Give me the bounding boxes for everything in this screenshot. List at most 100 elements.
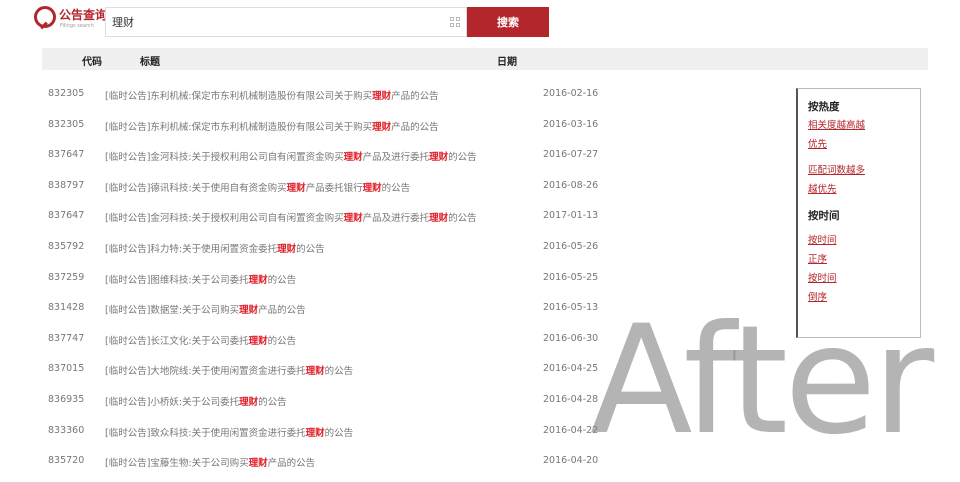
sort-heat-heading: 按热度 — [808, 101, 840, 113]
title-text: [临时公告]图维科技:关于公司委托 — [105, 274, 249, 286]
table-row[interactable]: 837259 [临时公告]图维科技:关于公司委托理财的公告 2016-05-25 — [0, 262, 780, 292]
row-code: 837647 — [48, 149, 85, 161]
row-date: 2016-05-25 — [543, 271, 599, 283]
row-title-link[interactable]: [临时公告]德讯科技:关于使用自有资金购买理财产品委托银行理财的公告 — [105, 180, 410, 194]
row-code: 835720 — [48, 455, 85, 467]
title-text: 产品及进行委托 — [362, 213, 430, 225]
table-row[interactable]: 837647 [临时公告]金河科技:关于授权利用公司自有闲置资金购买理财产品及进行… — [0, 200, 780, 230]
row-code: 832305 — [48, 118, 85, 130]
row-code: 835792 — [48, 241, 85, 252]
row-title-link[interactable]: [临时公告]金河科技:关于授权利用公司自有闲置资金购买理财产品及进行委托理财的公… — [105, 149, 477, 163]
table-row[interactable]: 837647 [临时公告]金河科技:关于授权利用公司自有闲置资金购买理财产品及进行… — [0, 139, 780, 169]
sort-time-desc-link-cont[interactable]: 倒序 — [808, 289, 827, 303]
sort-time-desc-link[interactable]: 按时间 — [808, 270, 837, 284]
header-title: 标题 — [140, 57, 160, 68]
keyword-highlight: 理财 — [248, 274, 268, 286]
row-date: 2016-04-20 — [543, 455, 599, 467]
row-code: 837647 — [48, 210, 85, 222]
title-text: 的公告 — [324, 366, 354, 378]
row-date: 2016-06-30 — [543, 332, 599, 344]
logo-subtext: Filings search — [60, 23, 94, 29]
search-button[interactable]: 搜索 — [467, 7, 549, 37]
title-text: 的公告 — [448, 152, 477, 164]
table-row[interactable]: 837015 [临时公告]大地院线:关于使用闲置资金进行委托理财的公告 2016-0… — [0, 353, 780, 383]
header-date: 日期 — [497, 57, 517, 68]
row-title-link[interactable]: [临时公告]数据堂:关于公司购买理财产品的公告 — [105, 302, 306, 316]
title-text: [临时公告]金河科技:关于授权利用公司自有闲置资金购买 — [105, 213, 344, 225]
keyword-highlight: 理财 — [305, 427, 325, 439]
table-row[interactable]: 835720 [临时公告]宝藤生物:关于公司购买理财产品的公告 2016-04-20 — [0, 445, 780, 475]
sort-time-asc-link-cont[interactable]: 正序 — [808, 251, 827, 265]
row-code: 837015 — [48, 363, 85, 375]
title-text: [临时公告]长江文化:关于公司委托 — [105, 335, 249, 347]
keyword-highlight: 理财 — [277, 244, 297, 255]
table-row[interactable]: 831428 [临时公告]数据堂:关于公司购买理财产品的公告 2016-05-13 — [0, 292, 780, 322]
search-box — [105, 7, 467, 37]
row-date: 2016-05-13 — [543, 302, 599, 314]
row-title-link[interactable]: [临时公告]图维科技:关于公司委托理财的公告 — [105, 272, 296, 286]
row-title-link[interactable]: [临时公告]小桥妖:关于公司委托理财的公告 — [105, 394, 287, 408]
row-date: 2016-05-26 — [543, 241, 599, 252]
title-text: [临时公告]科力特:关于使用闲置资金委托 — [105, 244, 278, 255]
title-text: 的公告 — [324, 427, 354, 439]
title-text: 的公告 — [381, 182, 411, 194]
table-row[interactable]: 837747 [临时公告]长江文化:关于公司委托理财的公告 2016-06-30 — [0, 323, 780, 353]
table-header: 代码 标题 日期 — [42, 48, 928, 70]
row-code: 831428 — [48, 302, 85, 314]
row-date: 2016-04-28 — [543, 394, 599, 405]
row-title-link[interactable]: [临时公告]长江文化:关于公司委托理财的公告 — [105, 333, 296, 347]
sort-time-asc-link[interactable]: 按时间 — [808, 232, 837, 246]
row-date: 2016-02-16 — [543, 88, 599, 99]
table-row[interactable]: 832305 [临时公告]东利机械:保定市东利机械制造股份有限公司关于购买理财产品… — [0, 109, 780, 139]
row-code: 838797 — [48, 179, 85, 191]
row-title-link[interactable]: [临时公告]宝藤生物:关于公司购买理财产品的公告 — [105, 455, 315, 469]
keyword-highlight: 理财 — [305, 366, 325, 378]
row-title-link[interactable]: [临时公告]东利机械:保定市东利机械制造股份有限公司关于购买理财产品的公告 — [105, 119, 439, 133]
title-text: [临时公告]德讯科技:关于使用自有资金购买 — [105, 182, 287, 194]
keyword-highlight: 理财 — [362, 182, 382, 194]
table-row[interactable]: 832305 [临时公告]东利机械:保定市东利机械制造股份有限公司关于购买理财产品… — [0, 78, 780, 108]
row-code: 837259 — [48, 271, 85, 283]
title-text: [临时公告]致众科技:关于使用闲置资金进行委托 — [105, 427, 306, 439]
grid-icon[interactable] — [450, 17, 460, 27]
row-date: 2016-08-26 — [543, 179, 599, 191]
row-title-link[interactable]: [临时公告]科力特:关于使用闲置资金委托理财的公告 — [105, 241, 325, 255]
title-text: 的公告 — [267, 274, 297, 286]
sort-matchcount-link-cont[interactable]: 越优先 — [808, 181, 837, 195]
title-text: 的公告 — [267, 335, 297, 347]
table-row[interactable]: 833360 [临时公告]致众科技:关于使用闲置资金进行委托理财的公告 2016-0… — [0, 415, 780, 445]
row-code: 833360 — [48, 424, 85, 436]
title-text: [临时公告]东利机械:保定市东利机械制造股份有限公司关于购买 — [105, 91, 373, 102]
title-text: 产品的公告 — [267, 458, 316, 470]
keyword-highlight: 理财 — [372, 121, 392, 133]
sort-time-heading: 按时间 — [808, 210, 840, 222]
row-date: 2016-03-16 — [543, 118, 599, 130]
keyword-highlight: 理财 — [248, 335, 268, 347]
row-title-link[interactable]: [临时公告]金河科技:关于授权利用公司自有闲置资金购买理财产品及进行委托理财的公… — [105, 210, 477, 224]
title-text: 产品委托银行 — [305, 182, 363, 194]
top-bar: 公告查询 Filings search 搜索 — [0, 0, 960, 44]
title-text: 产品的公告 — [391, 91, 439, 102]
title-text: 的公告 — [296, 244, 325, 255]
row-title-link[interactable]: [临时公告]致众科技:关于使用闲置资金进行委托理财的公告 — [105, 425, 353, 439]
row-title-link[interactable]: [临时公告]大地院线:关于使用闲置资金进行委托理财的公告 — [105, 363, 353, 377]
keyword-highlight: 理财 — [343, 213, 363, 225]
table-row[interactable]: 838797 [临时公告]德讯科技:关于使用自有资金购买理财产品委托银行理财的公告… — [0, 170, 780, 200]
search-input[interactable] — [106, 8, 446, 36]
logo[interactable]: 公告查询 Filings search — [34, 6, 107, 34]
table-row[interactable]: 836935 [临时公告]小桥妖:关于公司委托理财的公告 2016-04-28 — [0, 384, 780, 414]
keyword-highlight: 理财 — [248, 458, 268, 470]
row-date: 2016-04-22 — [543, 424, 599, 436]
keyword-highlight: 理财 — [429, 152, 449, 164]
title-text: [临时公告]金河科技:关于授权利用公司自有闲置资金购买 — [105, 152, 344, 164]
row-title-link[interactable]: [临时公告]东利机械:保定市东利机械制造股份有限公司关于购买理财产品的公告 — [105, 88, 439, 102]
keyword-highlight: 理财 — [372, 91, 392, 102]
sort-relevance-link-cont[interactable]: 优先 — [808, 136, 827, 150]
row-date: 2016-07-27 — [543, 149, 599, 161]
row-date: 2016-04-25 — [543, 363, 599, 375]
title-text: [临时公告]大地院线:关于使用闲置资金进行委托 — [105, 366, 306, 378]
sort-matchcount-link[interactable]: 匹配词数越多 — [808, 162, 865, 176]
keyword-highlight: 理财 — [239, 397, 259, 408]
table-row[interactable]: 835792 [临时公告]科力特:关于使用闲置资金委托理财的公告 2016-05-2… — [0, 231, 780, 261]
sort-relevance-link[interactable]: 相关度越高越 — [808, 117, 865, 131]
